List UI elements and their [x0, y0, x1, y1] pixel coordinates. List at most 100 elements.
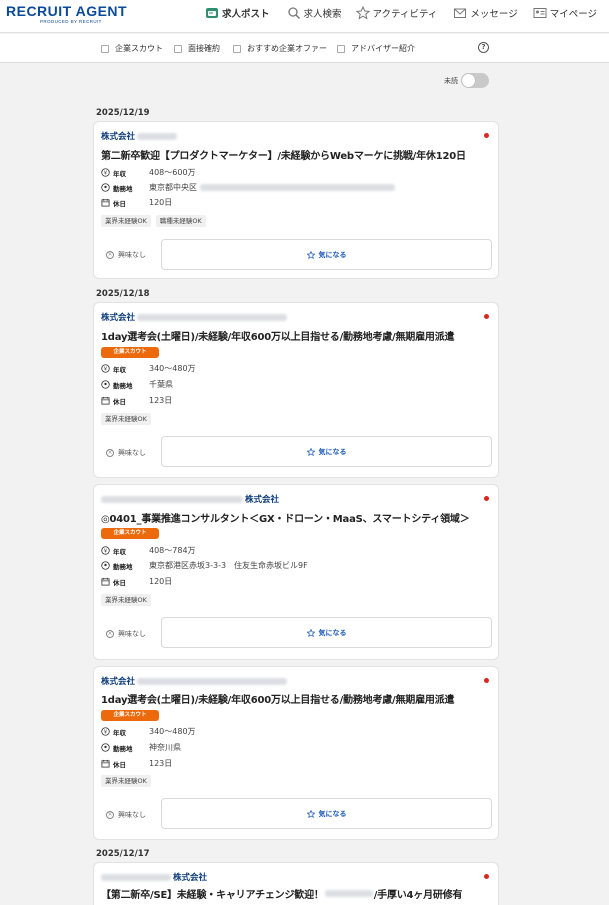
id-card-icon [533, 8, 547, 18]
blurred-text [137, 677, 288, 685]
blurred-text [101, 495, 243, 503]
interested-button[interactable]: 気になる [161, 239, 492, 270]
salary-row: ¥ 年収 340～480万 [101, 726, 196, 737]
interested-label: 気になる [318, 250, 347, 259]
row-label: 勤務地 [113, 184, 133, 193]
yen-icon: ¥ [101, 364, 110, 373]
blurred-text [137, 313, 288, 321]
top-header: RECRUIT AGENT PRODUCED BY RECRUIT 求人ポスト … [0, 0, 609, 33]
checkbox[interactable] [233, 44, 241, 53]
job-post-icon [206, 8, 218, 18]
not-interested-label: 興味なし [118, 449, 146, 457]
row-value: 123日 [149, 396, 173, 405]
tag-list: 業界未経験OK [101, 594, 156, 606]
row-value: 408～600万 [149, 168, 196, 177]
main-nav: 求人ポスト 求人検索 アクティビティ メッセージ マイページ [205, 5, 597, 21]
job-title[interactable]: 【第二新卒/SE】未経験・キャリアチェンジ歓迎！ /手厚い4ヶ月研修有 [101, 886, 463, 901]
tag-list: 業界未経験OK [101, 413, 156, 425]
svg-text:¥: ¥ [104, 171, 108, 177]
not-interested-button[interactable]: × 興味なし [106, 629, 146, 639]
location-pin-icon [101, 183, 110, 192]
recruit-agent-logo[interactable]: RECRUIT AGENT PRODUCED BY RECRUIT [6, 4, 127, 25]
search-icon [287, 7, 300, 20]
filter-label: 面接確約 [188, 44, 220, 53]
filter-recommended-offer[interactable]: おすすめ企業オファー [233, 43, 327, 54]
yen-icon: ¥ [101, 727, 110, 736]
row-label: 休日 [113, 397, 126, 406]
checkbox[interactable] [101, 44, 109, 53]
unread-dot [484, 496, 489, 501]
job-card[interactable]: 株式会社 【第二新卒/SE】未経験・キャリアチェンジ歓迎！ /手厚い4ヶ月研修有 [93, 862, 499, 905]
calendar-icon [101, 577, 110, 586]
date-heading: 2025/12/19 [96, 108, 150, 118]
company-name: 株式会社 [101, 130, 178, 142]
interested-label: 気になる [318, 628, 347, 637]
job-title[interactable]: 1day選考会(土曜日)/未経験/年収600万以上目指せる/勤務地考慮/無期雇用… [101, 328, 455, 343]
job-card[interactable]: 株式会社 第二新卒歓迎【プロダクトマーケター】/未経験からWebマーケに挑戦/年… [93, 121, 499, 279]
row-value: 408～784万 [149, 546, 196, 555]
filter-company-scout[interactable]: 企業スカウト [101, 43, 163, 54]
job-card[interactable]: 株式会社 1day選考会(土曜日)/未経験/年収600万以上目指せる/勤務地考慮… [93, 666, 499, 840]
company-name-text: 株式会社 [173, 873, 208, 883]
unread-dot [484, 133, 489, 138]
row-label: 年収 [113, 728, 126, 737]
calendar-icon [101, 396, 110, 405]
star-icon [355, 6, 370, 20]
location-pin-icon [101, 743, 110, 752]
job-title[interactable]: 1day選考会(土曜日)/未経験/年収600万以上目指せる/勤務地考慮/無期雇用… [101, 691, 455, 706]
scout-badge: 企業スカウト [101, 710, 159, 721]
logo-text: RECRUIT AGENT [6, 3, 128, 19]
toggle-switch[interactable] [461, 73, 489, 88]
nav-job-post[interactable]: 求人ポスト [205, 5, 270, 21]
row-value: 東京都港区赤坂3-3-3 住友生命赤坂ビル9F [149, 561, 308, 570]
row-value: 神奈川県 [149, 743, 181, 752]
not-interested-button[interactable]: × 興味なし [106, 810, 146, 820]
filter-advisor-intro[interactable]: アドバイザー紹介 [337, 43, 415, 54]
row-value: 123日 [149, 759, 173, 768]
company-name-text: 株式会社 [101, 313, 136, 323]
nav-label: 求人検索 [303, 9, 342, 20]
interested-button[interactable]: 気になる [161, 798, 492, 829]
tag: 業界未経験OK [101, 594, 151, 606]
unread-dot [484, 314, 489, 319]
svg-text:¥: ¥ [104, 730, 108, 736]
row-label: 勤務地 [113, 381, 133, 390]
close-circle-icon: × [106, 811, 114, 819]
nav-label: マイページ [549, 9, 598, 20]
blurred-text [137, 132, 178, 140]
svg-text:¥: ¥ [104, 549, 108, 555]
help-icon[interactable]: ? [478, 42, 489, 53]
job-card[interactable]: 株式会社 1day選考会(土曜日)/未経験/年収600万以上目指せる/勤務地考慮… [93, 302, 499, 478]
filter-label: 企業スカウト [115, 44, 163, 53]
blurred-text [101, 873, 171, 881]
job-title[interactable]: 第二新卒歓迎【プロダクトマーケター】/未経験からWebマーケに挑戦/年休120日 [101, 147, 466, 162]
nav-message[interactable]: メッセージ [453, 5, 518, 21]
calendar-icon [101, 759, 110, 768]
checkbox[interactable] [174, 44, 182, 53]
filter-bar: 企業スカウト 面接確約 おすすめ企業オファー アドバイザー紹介 ? [0, 34, 609, 63]
not-interested-button[interactable]: × 興味なし [106, 448, 146, 458]
job-title[interactable]: ◎0401_事業推進コンサルタント＜GX・ドローン・MaaS、スマートシティ領域… [101, 510, 470, 525]
toggle-knob [462, 74, 475, 87]
nav-mypage[interactable]: マイページ [533, 5, 597, 21]
scout-badge: 企業スカウト [101, 347, 159, 358]
company-name: 株式会社 [101, 675, 288, 687]
holidays-row: 休日 120日 [101, 576, 172, 587]
not-interested-label: 興味なし [118, 811, 146, 819]
unread-dot [484, 678, 489, 683]
not-interested-button[interactable]: × 興味なし [106, 250, 146, 260]
nav-job-search[interactable]: 求人検索 [287, 5, 342, 21]
close-circle-icon: × [106, 630, 114, 638]
nav-activity[interactable]: アクティビティ [355, 5, 437, 21]
interested-button[interactable]: 気になる [161, 436, 492, 467]
date-heading: 2025/12/17 [96, 849, 150, 859]
tag-list: 業界未経験OK [101, 775, 156, 787]
interested-button[interactable]: 気になる [161, 617, 492, 648]
row-label: 休日 [113, 578, 126, 587]
unread-toggle[interactable]: 未読 [444, 73, 489, 88]
interested-label: 気になる [318, 447, 347, 456]
checkbox[interactable] [337, 44, 345, 53]
star-outline-icon [306, 628, 315, 637]
job-card[interactable]: 株式会社 ◎0401_事業推進コンサルタント＜GX・ドローン・MaaS、スマート… [93, 484, 499, 660]
filter-interview-guaranteed[interactable]: 面接確約 [174, 43, 220, 54]
